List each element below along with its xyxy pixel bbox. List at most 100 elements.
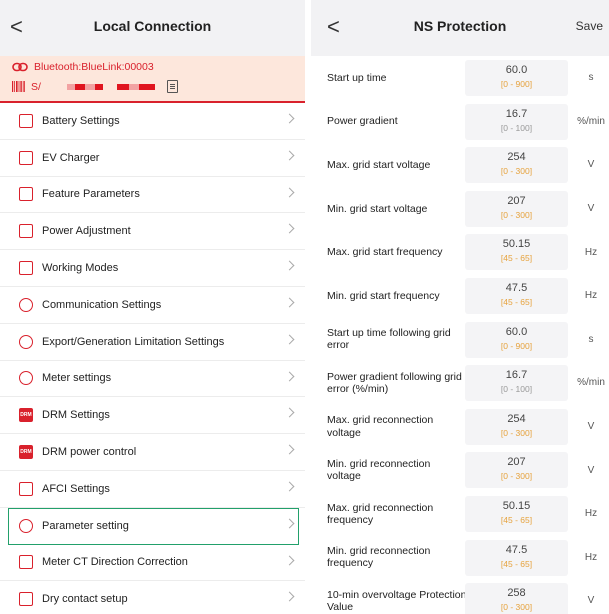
parameter-unit: s: [588, 333, 594, 345]
parameter-unit: Hz: [584, 246, 598, 258]
parameter-input[interactable]: 254 [0 - 300]: [465, 408, 568, 445]
parameter-value[interactable]: 258: [465, 587, 568, 599]
chevron-right-icon: [284, 334, 295, 345]
parameter-label: 10-min overvoltage Protection Value: [327, 588, 467, 613]
parameter-input[interactable]: 16.7 [0 - 100]: [465, 365, 568, 402]
menu-item[interactable]: Power Adjustment: [0, 213, 305, 251]
parameter-input[interactable]: 50.15 [45 - 65]: [465, 495, 568, 532]
parameter-range: [0 - 900]: [500, 79, 533, 89]
edit-icon: [19, 261, 33, 276]
parameter-unit: V: [587, 595, 595, 607]
menu-item-label: Parameter setting: [42, 519, 129, 532]
parameter-unit: s: [588, 72, 594, 84]
menu-item-label: Working Modes: [42, 262, 119, 275]
parameter-value[interactable]: 50.15: [465, 500, 568, 512]
parameter-range: [0 - 100]: [500, 384, 533, 395]
ct-icon: [19, 555, 33, 570]
chevron-right-icon: [284, 223, 295, 234]
menu-item[interactable]: DRM DRM Settings: [0, 397, 305, 435]
menu-item[interactable]: EV Charger: [0, 140, 305, 177]
parameter-value[interactable]: 254: [465, 413, 568, 425]
battery-icon: [19, 113, 33, 128]
parameter-input[interactable]: 254 [0 - 300]: [465, 147, 568, 184]
parameter-value[interactable]: 47.5: [465, 282, 568, 294]
menu-item[interactable]: Meter settings: [0, 361, 305, 398]
parameter-value[interactable]: 16.7: [465, 108, 568, 120]
parameter-label: Power gradient following grid error (%/m…: [327, 370, 462, 395]
parameter-value[interactable]: 207: [465, 195, 568, 207]
menu-item-label: Meter CT Direction Correction: [42, 556, 188, 569]
parameter-value[interactable]: 254: [465, 151, 568, 163]
local-connection-panel: < Local Connection Bluetooth:BlueLink:00…: [0, 0, 305, 614]
menu-item[interactable]: Dry contact setup: [0, 581, 305, 614]
menu-item[interactable]: DRM DRM power control: [0, 434, 305, 471]
menu-item-label: DRM Settings: [42, 409, 110, 422]
parameter-row: Min. grid start frequency 47.5 [45 - 65] Hz: [311, 274, 609, 318]
parameter-row: Min. grid reconnection voltage 207 [0 - 30…: [311, 448, 609, 492]
chevron-right-icon: [284, 518, 295, 529]
parameter-row: Max. grid start voltage 254 [0 - 300] V: [311, 143, 609, 187]
parameter-value[interactable]: 16.7: [465, 369, 568, 381]
parameter-unit: V: [587, 159, 595, 171]
parameter-label: Max. grid reconnection voltage: [327, 414, 434, 439]
save-button[interactable]: Save: [576, 19, 603, 33]
chevron-right-icon: [284, 555, 295, 566]
parameter-range: [45 - 65]: [500, 296, 533, 307]
dry-contact-icon: [19, 592, 33, 607]
parameter-value[interactable]: 207: [465, 456, 568, 468]
menu-item-label: Communication Settings: [42, 298, 162, 311]
parameter-label: Max. grid start frequency: [327, 246, 443, 259]
menu-item[interactable]: Parameter setting: [8, 508, 299, 545]
parameter-label: Max. grid start voltage: [327, 158, 431, 171]
settings-menu: Battery Settings EV Charger Feature Parame…: [0, 103, 305, 614]
menu-item[interactable]: Meter CT Direction Correction: [0, 545, 305, 582]
menu-item[interactable]: AFCI Settings: [0, 471, 305, 508]
menu-item[interactable]: Battery Settings: [0, 103, 305, 140]
parameter-range: [0 - 300]: [500, 209, 533, 220]
ns-protection-panel: < NS Protection Save Start up time 60.0 [0…: [311, 0, 609, 614]
parameter-label: Start up time following grid error: [327, 327, 451, 352]
parameter-input[interactable]: 47.5 [45 - 65]: [465, 277, 568, 314]
parameter-input[interactable]: 60.0 [0 - 900]: [465, 60, 568, 96]
local-connection-header: < Local Connection: [0, 0, 305, 56]
parameter-range: [45 - 65]: [500, 514, 533, 525]
menu-item[interactable]: Feature Parameters: [0, 177, 305, 214]
parameter-input[interactable]: 258 [0 - 300]: [465, 583, 568, 614]
menu-item-label: Dry contact setup: [42, 593, 128, 606]
parameter-value[interactable]: 60.0: [465, 326, 568, 338]
parameter-unit: V: [587, 464, 595, 476]
parameter-input[interactable]: 16.7 [0 - 100]: [465, 103, 568, 140]
chevron-right-icon: [284, 187, 295, 198]
parameter-icon: [19, 518, 33, 533]
chevron-right-icon: [284, 150, 295, 161]
chevron-right-icon: [284, 371, 295, 382]
menu-item[interactable]: Communication Settings: [0, 287, 305, 324]
parameter-input[interactable]: 50.15 [45 - 65]: [465, 234, 568, 271]
menu-item-label: Meter settings: [42, 372, 112, 385]
parameter-input[interactable]: 207 [0 - 300]: [465, 452, 568, 489]
parameter-range: [0 - 300]: [500, 427, 533, 438]
chevron-right-icon: [284, 444, 295, 455]
parameter-value[interactable]: 50.15: [465, 238, 568, 250]
chevron-right-icon: [284, 481, 295, 492]
link-icon: [12, 62, 28, 72]
barcode-icon: [12, 81, 25, 92]
parameter-input[interactable]: 60.0 [0 - 900]: [465, 321, 568, 358]
parameter-row: Max. grid start frequency 50.15 [45 - 65] H…: [311, 230, 609, 274]
parameter-label: Min. grid reconnection voltage: [327, 458, 431, 483]
parameter-label: Start up time: [327, 71, 387, 84]
connection-info: Bluetooth:BlueLink:00003 S/: [0, 56, 305, 103]
parameter-input[interactable]: 207 [0 - 300]: [465, 190, 568, 227]
menu-item[interactable]: Working Modes: [0, 250, 305, 287]
copy-icon[interactable]: [166, 80, 178, 93]
menu-item[interactable]: Export/Generation Limitation Settings: [0, 324, 305, 361]
chart-icon: [19, 224, 33, 239]
parameter-input[interactable]: 47.5 [45 - 65]: [465, 539, 568, 576]
parameter-unit: Hz: [584, 508, 598, 520]
parameter-label: Min. grid start voltage: [327, 202, 428, 215]
menu-item-label: DRM power control: [42, 446, 137, 459]
parameter-value[interactable]: 47.5: [465, 544, 568, 556]
parameter-value[interactable]: 60.0: [465, 64, 568, 76]
parameter-unit: V: [587, 421, 595, 433]
parameter-unit: %/min: [577, 377, 605, 389]
